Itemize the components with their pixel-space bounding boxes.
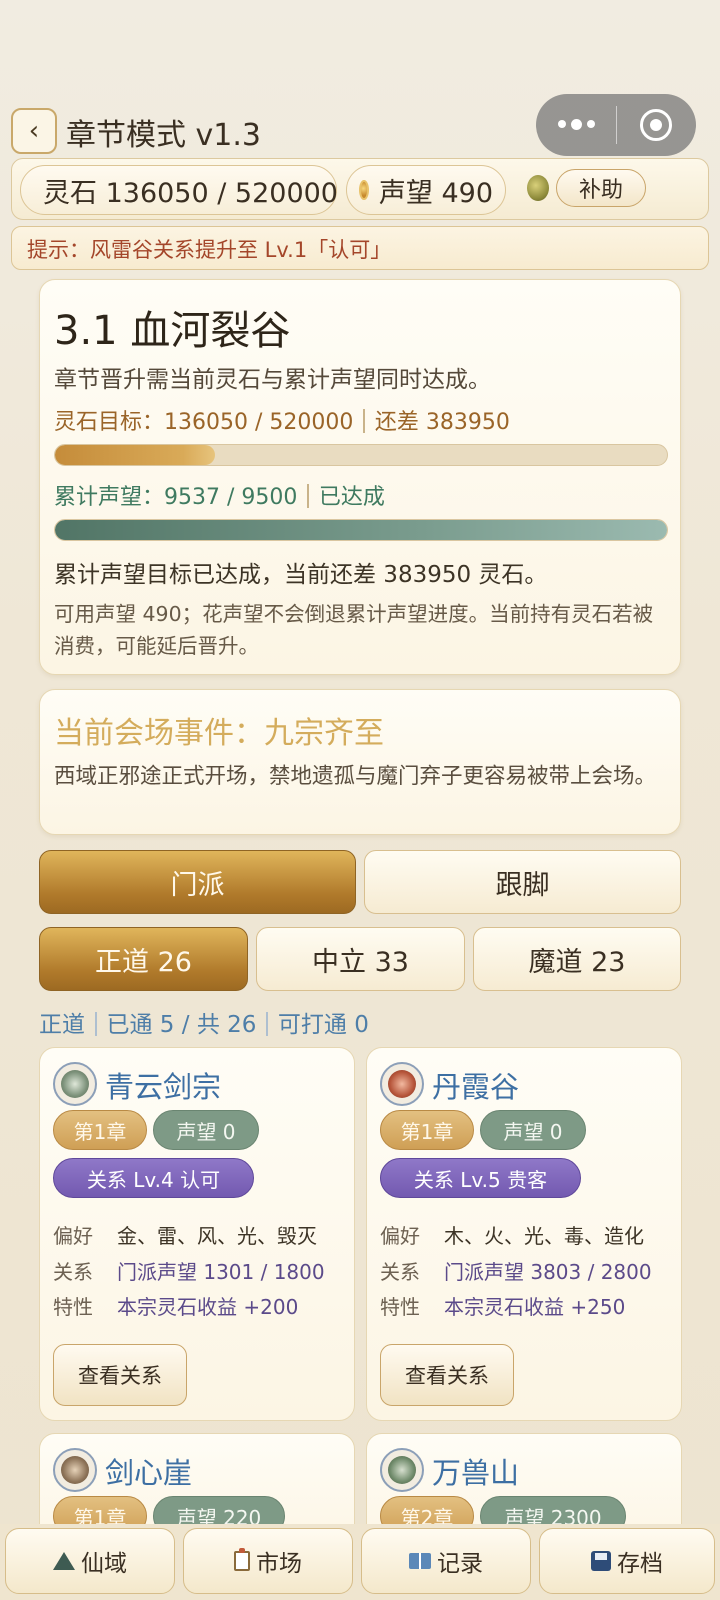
preference-value: 木、火、光、毒、造化 (444, 1224, 644, 1248)
rep-target-label: 累计声望：9537 / 9500 (54, 485, 298, 510)
reputation-progress-bar (54, 519, 668, 541)
resource-bar: 灵石 136050 / 520000 声望 490 补助 (11, 158, 709, 220)
tab-demonic[interactable]: 魔道 23 (473, 927, 681, 991)
nav-realm[interactable]: 仙域 (5, 1528, 175, 1594)
reputation-badge: 声望 0 (480, 1110, 586, 1150)
relation-value: 门派声望 1301 / 1800 (117, 1260, 325, 1284)
preference-value: 金、雷、风、光、毁灭 (117, 1224, 317, 1248)
reputation-target: 累计声望：9537 / 9500 已达成 (54, 479, 385, 511)
nav-market[interactable]: 市场 (183, 1528, 353, 1594)
preference-label: 偏好 (53, 1224, 93, 1248)
preference-label: 偏好 (380, 1224, 420, 1248)
clipboard-icon (234, 1548, 250, 1571)
trait-value: 本宗灵石收益 +250 (444, 1295, 626, 1319)
sect-card: 青云剑宗 第1章 声望 0 关系 Lv.4 认可 偏好 金、雷、风、光、毁灭 关… (39, 1047, 355, 1421)
tab-origins[interactable]: 跟脚 (364, 850, 681, 914)
trait-label: 特性 (53, 1295, 93, 1319)
relation-label: 关系 (53, 1260, 93, 1284)
sect-name: 丹霞谷 (432, 1070, 520, 1104)
sect-name: 青云剑宗 (105, 1070, 222, 1104)
chapter-title: 3.1 血河裂谷 (54, 308, 291, 354)
reputation-chip: 声望 490 (346, 165, 506, 215)
close-miniprogram-icon[interactable] (617, 109, 695, 141)
save-disk-icon (591, 1551, 611, 1571)
back-button[interactable]: ‹ (11, 108, 57, 154)
nav-label: 存档 (617, 1551, 663, 1577)
sect-name: 万兽山 (432, 1456, 520, 1490)
chapter-note: 可用声望 490；花声望不会倒退累计声望进度。当前持有灵石若被消费，可能延后晋升… (54, 602, 654, 658)
book-icon (409, 1553, 431, 1569)
chapter-status: 累计声望目标已达成，当前还差 383950 灵石。 (54, 562, 548, 588)
spirit-stone-value: 灵石 136050 / 520000 (43, 177, 338, 209)
stone-remaining: 还差 383950 (374, 410, 510, 435)
sword-emblem-icon (53, 1062, 97, 1106)
cauldron-emblem-icon (380, 1062, 424, 1106)
faction-summary: 正道 已通 5 / 共 26 可打通 0 (39, 1005, 369, 1039)
chevron-left-icon: ‹ (28, 116, 40, 146)
nav-save[interactable]: 存档 (539, 1528, 715, 1594)
subsidy-button[interactable]: 补助 (556, 169, 646, 207)
view-relation-button[interactable]: 查看关系 (380, 1344, 514, 1406)
stone-target-label: 灵石目标：136050 / 520000 (54, 410, 354, 435)
tab-neutral[interactable]: 中立 33 (256, 927, 465, 991)
more-options-icon[interactable] (536, 119, 616, 130)
coin-icon (527, 175, 549, 201)
view-relation-button[interactable]: 查看关系 (53, 1344, 187, 1406)
chapter-badge: 第1章 (53, 1110, 147, 1150)
beast-emblem-icon (380, 1448, 424, 1492)
relation-value: 门派声望 3803 / 2800 (444, 1260, 652, 1284)
relation-badge: 关系 Lv.5 贵客 (380, 1158, 581, 1198)
nav-label: 记录 (437, 1551, 483, 1577)
event-description: 西域正邪途正式开场，禁地遗孤与魔门弃子更容易被带上会场。 (54, 764, 657, 789)
mountain-icon (53, 1552, 75, 1570)
rep-status: 已达成 (318, 485, 385, 510)
nav-records[interactable]: 记录 (361, 1528, 531, 1594)
trait-value: 本宗灵石收益 +200 (117, 1295, 299, 1319)
summary-clearable: 可打通 0 (277, 1012, 369, 1038)
sect-name: 剑心崖 (105, 1456, 193, 1490)
event-card: 当前会场事件：九宗齐至 西域正邪途正式开场，禁地遗孤与魔门弃子更容易被带上会场。 (39, 689, 681, 835)
trait-label: 特性 (380, 1295, 420, 1319)
spirit-stone-chip: 灵石 136050 / 520000 (20, 165, 338, 215)
tab-sects[interactable]: 门派 (39, 850, 356, 914)
event-title: 当前会场事件：九宗齐至 (54, 716, 384, 751)
nav-label: 仙域 (81, 1551, 127, 1577)
cliff-emblem-icon (53, 1448, 97, 1492)
reputation-badge: 声望 0 (153, 1110, 259, 1150)
stone-progress-fill (55, 445, 216, 465)
tab-righteous[interactable]: 正道 26 (39, 927, 248, 991)
nav-label: 市场 (256, 1551, 302, 1577)
reputation-progress-fill (55, 520, 667, 540)
stone-target: 灵石目标：136050 / 520000 还差 383950 (54, 404, 510, 436)
relation-label: 关系 (380, 1260, 420, 1284)
stone-progress-bar (54, 444, 668, 466)
chapter-card: 3.1 血河裂谷 章节晋升需当前灵石与累计声望同时达成。 灵石目标：136050… (39, 279, 681, 675)
reputation-value: 声望 490 (378, 177, 493, 209)
relation-badge: 关系 Lv.4 认可 (53, 1158, 254, 1198)
summary-cleared: 已通 5 / 共 26 (106, 1012, 257, 1038)
chapter-badge: 第1章 (380, 1110, 474, 1150)
sect-card: 丹霞谷 第1章 声望 0 关系 Lv.5 贵客 偏好 木、火、光、毒、造化 关系… (366, 1047, 682, 1421)
page-title: 章节模式 v1.3 (66, 118, 261, 153)
hint-bar: 提示：风雷谷关系提升至 Lv.1「认可」 (11, 226, 709, 270)
mini-program-capsule (536, 94, 696, 156)
summary-faction: 正道 (39, 1012, 85, 1038)
bottom-navigation: 仙域 市场 记录 存档 (0, 1524, 720, 1600)
medal-icon (359, 180, 369, 200)
chapter-description: 章节晋升需当前灵石与累计声望同时达成。 (54, 367, 491, 393)
